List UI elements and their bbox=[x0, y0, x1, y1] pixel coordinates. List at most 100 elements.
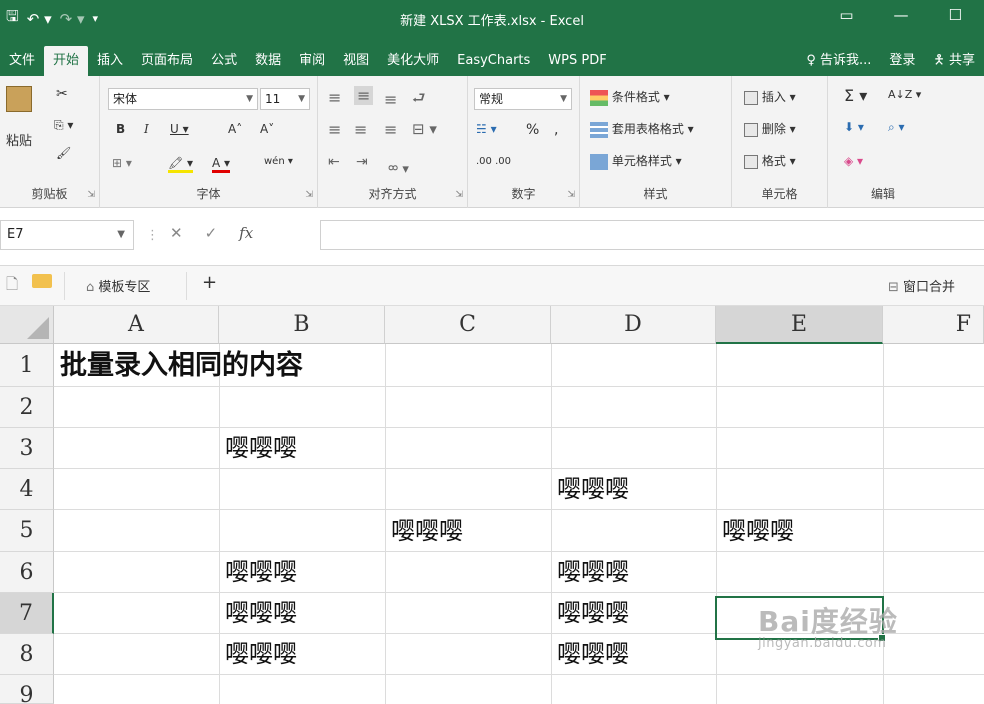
format-as-table-button[interactable]: 套用表格格式 ▾ bbox=[590, 120, 694, 138]
tab-page-layout[interactable]: 页面布局 bbox=[132, 46, 202, 76]
font-color-button[interactable]: A ▾ bbox=[212, 156, 231, 173]
align-right-icon[interactable]: ≡ bbox=[384, 120, 397, 139]
cell-d8[interactable]: 嘤嘤嘤 bbox=[557, 634, 629, 674]
row-header-2[interactable]: 2 bbox=[0, 387, 54, 428]
cell-d7[interactable]: 嘤嘤嘤 bbox=[557, 593, 629, 633]
cell-d4[interactable]: 嘤嘤嘤 bbox=[557, 469, 629, 509]
insert-function-icon[interactable]: fx bbox=[239, 224, 253, 242]
row-header-6[interactable]: 6 bbox=[0, 552, 54, 593]
row-header-5[interactable]: 5 bbox=[0, 510, 54, 552]
underline-button[interactable]: U ▾ bbox=[170, 122, 189, 136]
folder-icon[interactable] bbox=[32, 274, 52, 292]
clear-button[interactable]: ◈ ▾ bbox=[844, 154, 863, 168]
select-all-button[interactable] bbox=[0, 306, 54, 344]
autosum-button[interactable]: Σ ▾ bbox=[844, 86, 867, 105]
italic-button[interactable]: I bbox=[144, 122, 149, 136]
fill-color-button[interactable]: 🖍 ▾ bbox=[168, 156, 194, 173]
insert-cells-button[interactable]: 插入 ▾ bbox=[744, 88, 796, 105]
bold-button[interactable]: B bbox=[116, 122, 125, 136]
column-header-c[interactable]: C bbox=[385, 306, 551, 344]
column-header-d[interactable]: D bbox=[551, 306, 716, 344]
find-select-button[interactable]: ⌕ ▾ bbox=[888, 120, 905, 135]
align-bottom-icon[interactable]: ≡ bbox=[384, 90, 397, 109]
column-header-b[interactable]: B bbox=[219, 306, 385, 344]
comma-style-button[interactable]: , bbox=[554, 122, 558, 138]
align-left-icon[interactable]: ≡ bbox=[328, 120, 341, 139]
paste-icon[interactable] bbox=[6, 86, 32, 112]
formula-input[interactable] bbox=[320, 220, 984, 250]
dialog-launcher-icon[interactable]: ⇲ bbox=[87, 190, 95, 200]
cell-e5[interactable]: 嘤嘤嘤 bbox=[722, 511, 794, 551]
tab-wps-pdf[interactable]: WPS PDF bbox=[539, 46, 615, 76]
row-header-3[interactable]: 3 bbox=[0, 428, 54, 469]
conditional-formatting-button[interactable]: 条件格式 ▾ bbox=[590, 88, 670, 106]
paste-button[interactable]: 粘贴 bbox=[6, 130, 32, 149]
cell-a1[interactable]: 批量录入相同的内容 bbox=[60, 346, 303, 386]
column-header-a[interactable]: A bbox=[54, 306, 219, 344]
orientation-button[interactable]: ᢁ ▾ bbox=[388, 154, 409, 177]
column-header-f[interactable]: F bbox=[883, 306, 984, 344]
grow-font-button[interactable]: A˄ bbox=[228, 122, 242, 136]
sort-filter-button[interactable]: A↓Z ▾ bbox=[888, 88, 921, 101]
align-center-icon[interactable]: ≡ bbox=[354, 120, 367, 139]
cell-b7[interactable]: 嘤嘤嘤 bbox=[225, 593, 297, 633]
phonetic-guide-button[interactable]: wén ▾ bbox=[264, 156, 293, 167]
login-button[interactable]: 登录 bbox=[880, 46, 924, 76]
row-header-1[interactable]: 1 bbox=[0, 344, 54, 387]
tab-formulas[interactable]: 公式 bbox=[202, 46, 246, 76]
tab-insert[interactable]: 插入 bbox=[88, 46, 132, 76]
dialog-launcher-icon[interactable]: ⇲ bbox=[305, 190, 313, 200]
tab-home[interactable]: 开始 bbox=[44, 46, 89, 76]
enter-icon[interactable]: ✓ bbox=[205, 224, 218, 242]
row-header-7[interactable]: 7 bbox=[0, 593, 54, 634]
tab-review[interactable]: 审阅 bbox=[290, 46, 334, 76]
delete-cells-button[interactable]: 删除 ▾ bbox=[744, 120, 796, 137]
tab-view[interactable]: 视图 bbox=[334, 46, 378, 76]
font-size-select[interactable]: 11 ▼ bbox=[260, 88, 310, 110]
accounting-format-button[interactable]: ☵ ▾ bbox=[476, 122, 497, 136]
cell-b6[interactable]: 嘤嘤嘤 bbox=[225, 552, 297, 592]
new-file-icon[interactable]: 🗋 bbox=[6, 274, 18, 299]
name-box[interactable]: E7 ▼ bbox=[0, 220, 134, 250]
copy-icon[interactable]: ⎘ ▾ bbox=[54, 118, 73, 133]
row-header-8[interactable]: 8 bbox=[0, 634, 54, 675]
minimize-button[interactable]: — bbox=[894, 6, 909, 24]
format-painter-icon[interactable]: 🖌 bbox=[56, 146, 71, 160]
align-middle-icon[interactable]: ≡ bbox=[354, 86, 374, 105]
font-name-select[interactable]: 宋体 ▼ bbox=[108, 88, 258, 110]
cell-b8[interactable]: 嘤嘤嘤 bbox=[225, 634, 297, 674]
merge-center-icon[interactable]: ⊟ ▾ bbox=[412, 120, 437, 138]
row-header-9[interactable]: 9 bbox=[0, 675, 54, 704]
row-header-4[interactable]: 4 bbox=[0, 469, 54, 510]
shrink-font-button[interactable]: A˅ bbox=[260, 122, 274, 136]
tab-beautify-master[interactable]: 美化大师 bbox=[378, 46, 448, 76]
cell-c5[interactable]: 嘤嘤嘤 bbox=[391, 511, 463, 551]
number-format-select[interactable]: 常规 ▼ bbox=[474, 88, 572, 110]
tell-me-search[interactable]: ♀ 告诉我... bbox=[797, 46, 880, 76]
border-button[interactable]: ⊞ ▾ bbox=[112, 156, 132, 170]
decrease-indent-icon[interactable]: ⇤ bbox=[328, 154, 340, 170]
align-top-icon[interactable]: ≡ bbox=[328, 88, 341, 107]
cut-icon[interactable]: ✂ bbox=[56, 86, 68, 102]
tab-data[interactable]: 数据 bbox=[246, 46, 290, 76]
maximize-button[interactable]: ☐ bbox=[949, 6, 962, 24]
tab-easycharts[interactable]: EasyCharts bbox=[448, 46, 539, 76]
format-cells-button[interactable]: 格式 ▾ bbox=[744, 152, 796, 169]
wrap-text-icon[interactable]: ⮐ bbox=[412, 88, 426, 113]
column-header-e[interactable]: E bbox=[716, 306, 883, 344]
cell-styles-button[interactable]: 单元格样式 ▾ bbox=[590, 152, 682, 170]
cancel-icon[interactable]: ✕ bbox=[170, 224, 183, 242]
share-button[interactable]: 🯅 共享 bbox=[924, 46, 984, 76]
dialog-launcher-icon[interactable]: ⇲ bbox=[455, 190, 463, 200]
tab-file[interactable]: 文件 bbox=[0, 46, 44, 76]
percent-style-button[interactable]: % bbox=[526, 122, 539, 138]
increase-indent-icon[interactable]: ⇥ bbox=[356, 154, 368, 170]
merge-window-button[interactable]: ⊟ 窗口合并 bbox=[888, 276, 955, 295]
cell-d6[interactable]: 嘤嘤嘤 bbox=[557, 552, 629, 592]
template-area-tab[interactable]: ⌂ 模板专区 bbox=[86, 276, 150, 295]
dialog-launcher-icon[interactable]: ⇲ bbox=[567, 190, 575, 200]
fill-button[interactable]: ⬇ ▾ bbox=[844, 120, 864, 134]
ribbon-display-options-icon[interactable]: ▭ bbox=[839, 6, 853, 24]
add-tab-button[interactable]: + bbox=[202, 272, 217, 293]
cell-b3[interactable]: 嘤嘤嘤 bbox=[225, 428, 297, 468]
